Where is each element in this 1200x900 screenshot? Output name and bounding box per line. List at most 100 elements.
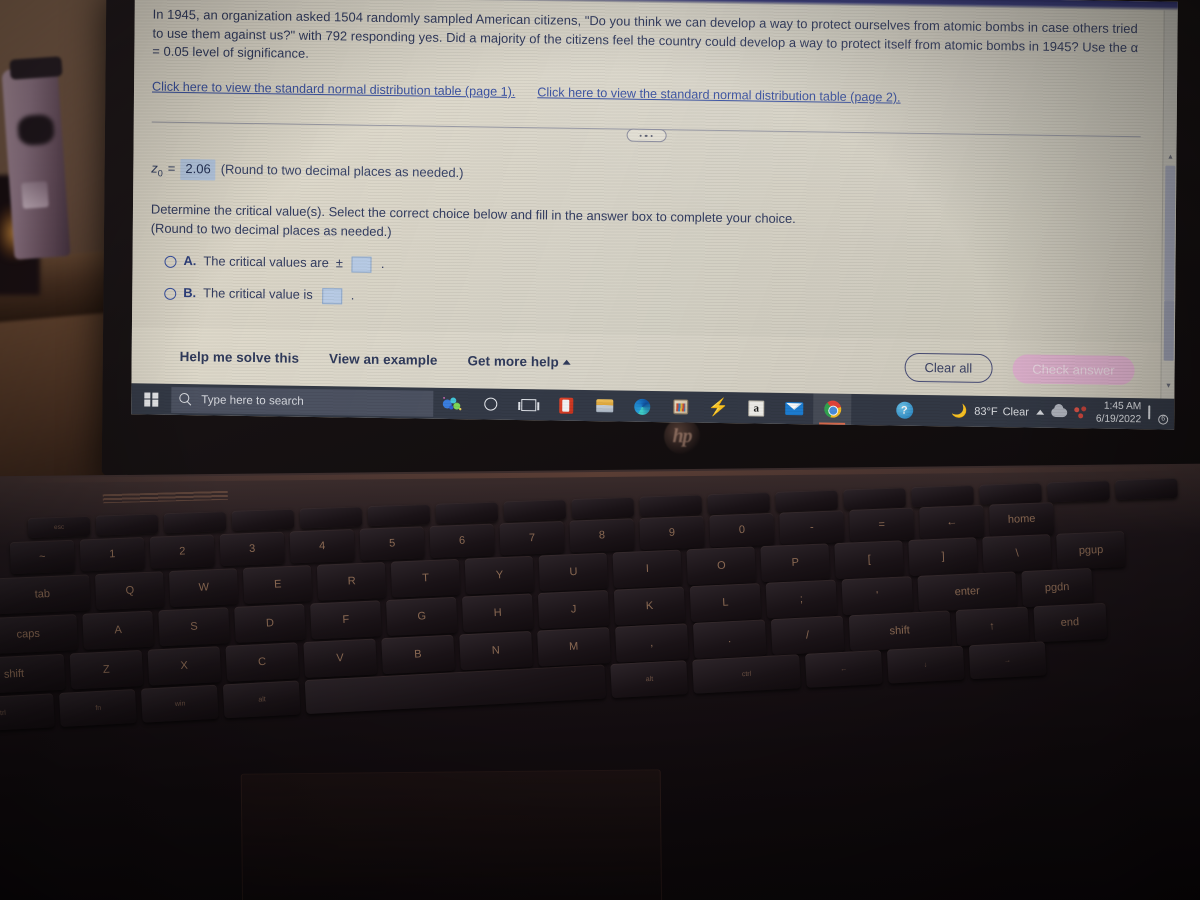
- key-o[interactable]: O: [686, 546, 757, 586]
- get-more-help-button[interactable]: Get more help: [467, 353, 571, 370]
- key-2[interactable]: 2: [149, 534, 215, 569]
- key-5[interactable]: 5: [359, 526, 425, 561]
- key-fn[interactable]: fn: [59, 688, 138, 727]
- key-9[interactable]: 9: [639, 515, 705, 550]
- key-shift[interactable]: shift: [848, 610, 951, 652]
- search-input[interactable]: Type here to search: [171, 386, 434, 417]
- key-space[interactable]: [843, 487, 906, 510]
- key-esc[interactable]: esc: [27, 515, 91, 538]
- key-a[interactable]: A: [82, 610, 154, 650]
- key-caps[interactable]: caps: [0, 614, 78, 655]
- key-sym[interactable]: ]: [908, 537, 978, 576]
- key-space[interactable]: [1047, 480, 1110, 503]
- key-u[interactable]: U: [538, 552, 609, 592]
- windows-start-icon[interactable]: [131, 383, 171, 415]
- bolt-icon[interactable]: ⚡: [699, 392, 737, 424]
- key-space[interactable]: [435, 501, 499, 524]
- key-space[interactable]: [299, 506, 363, 529]
- key-7[interactable]: 7: [499, 520, 565, 556]
- key-sym[interactable]: \: [982, 534, 1052, 573]
- key-space[interactable]: [639, 494, 703, 517]
- radio-button-a[interactable]: [164, 255, 177, 268]
- key-c[interactable]: C: [225, 642, 299, 682]
- key-e[interactable]: E: [243, 565, 313, 604]
- key-space[interactable]: [95, 513, 159, 536]
- key-sym[interactable]: ;: [765, 579, 838, 619]
- key-x[interactable]: X: [147, 646, 222, 686]
- answer-input-b[interactable]: [321, 287, 342, 304]
- key-i[interactable]: I: [612, 549, 683, 589]
- key-sym[interactable]: .: [692, 619, 767, 659]
- normal-table-page2-link[interactable]: Click here to view the standard normal d…: [537, 83, 900, 107]
- key-sym[interactable]: ↑: [955, 606, 1029, 647]
- key-n[interactable]: N: [458, 630, 533, 671]
- file-explorer-icon[interactable]: [585, 390, 623, 422]
- scroll-up-arrow-icon[interactable]: ▲: [1163, 151, 1177, 164]
- key-space[interactable]: [367, 503, 431, 527]
- key-win[interactable]: win: [141, 684, 219, 723]
- key-sym[interactable]: ~: [9, 539, 75, 575]
- choice-option-b[interactable]: B. The critical value is .: [164, 284, 1139, 317]
- key-w[interactable]: W: [169, 568, 239, 607]
- key-1[interactable]: 1: [79, 537, 145, 572]
- key-end[interactable]: end: [1033, 602, 1107, 643]
- key-3[interactable]: 3: [219, 531, 285, 567]
- key-0[interactable]: 0: [709, 512, 775, 548]
- microsoft-edge-icon[interactable]: [623, 391, 661, 423]
- key-alt[interactable]: alt: [223, 680, 301, 719]
- key-enter[interactable]: enter: [917, 571, 1017, 612]
- chevron-up-icon[interactable]: [1035, 409, 1044, 415]
- key-sym[interactable]: =: [849, 507, 915, 542]
- key-space[interactable]: [503, 499, 567, 522]
- scroll-down-arrow-icon[interactable]: ▼: [1161, 380, 1175, 393]
- onedrive-cloud-icon[interactable]: [1050, 407, 1067, 418]
- key-ctrl[interactable]: ctrl: [692, 654, 801, 694]
- key-g[interactable]: G: [386, 596, 458, 636]
- notification-center-icon[interactable]: 6: [1148, 404, 1169, 425]
- key-sym[interactable]: →: [968, 641, 1047, 680]
- key-space[interactable]: [775, 489, 838, 512]
- key-space[interactable]: [571, 496, 635, 519]
- key-y[interactable]: Y: [464, 555, 535, 595]
- key-space[interactable]: [911, 484, 974, 508]
- key-sym[interactable]: ': [841, 576, 914, 616]
- key-space[interactable]: [163, 511, 227, 534]
- choice-option-a[interactable]: A. The critical values are ± .: [164, 252, 1139, 285]
- clear-all-button[interactable]: Clear all: [904, 352, 993, 383]
- key-sym[interactable]: ←: [919, 504, 985, 540]
- key-sym[interactable]: [: [834, 540, 904, 580]
- office-icon[interactable]: [547, 389, 585, 421]
- key-h[interactable]: H: [461, 593, 534, 633]
- key-sym[interactable]: ←: [804, 649, 883, 688]
- radio-button-b[interactable]: [164, 287, 177, 300]
- key-t[interactable]: T: [390, 558, 461, 598]
- key-space[interactable]: [231, 508, 295, 531]
- key-alt[interactable]: alt: [610, 660, 689, 699]
- key-8[interactable]: 8: [569, 518, 635, 553]
- key-p[interactable]: P: [760, 543, 831, 583]
- key-shift[interactable]: shift: [0, 653, 66, 695]
- normal-table-page1-link[interactable]: Click here to view the standard normal d…: [152, 78, 515, 102]
- clock[interactable]: 1:45 AM 6/19/2022: [1096, 400, 1142, 426]
- key-f[interactable]: F: [310, 600, 382, 640]
- key-s[interactable]: S: [158, 607, 230, 647]
- key-q[interactable]: Q: [95, 571, 165, 611]
- test-statistic-value[interactable]: 2.06: [180, 159, 216, 181]
- meet-now-icon[interactable]: [433, 388, 471, 420]
- key-sym[interactable]: ↓: [886, 645, 965, 684]
- google-chrome-icon[interactable]: [813, 393, 852, 425]
- key-l[interactable]: L: [689, 583, 762, 623]
- key-pgup[interactable]: pgup: [1056, 530, 1126, 570]
- key-tab[interactable]: tab: [0, 574, 91, 615]
- weather-widget[interactable]: 83°F Clear: [974, 405, 1029, 418]
- key-sym[interactable]: ,: [614, 623, 689, 663]
- key-ctrl[interactable]: ctrl: [0, 693, 56, 733]
- scrollbar-thumb-secondary[interactable]: [1163, 300, 1175, 361]
- task-view-icon[interactable]: [509, 389, 547, 421]
- key-b[interactable]: B: [381, 634, 455, 675]
- key-v[interactable]: V: [303, 638, 377, 678]
- scrollbar-thumb[interactable]: [1164, 165, 1176, 301]
- amazon-icon[interactable]: a: [737, 392, 775, 424]
- key-m[interactable]: M: [536, 627, 611, 667]
- view-an-example-button[interactable]: View an example: [329, 351, 438, 368]
